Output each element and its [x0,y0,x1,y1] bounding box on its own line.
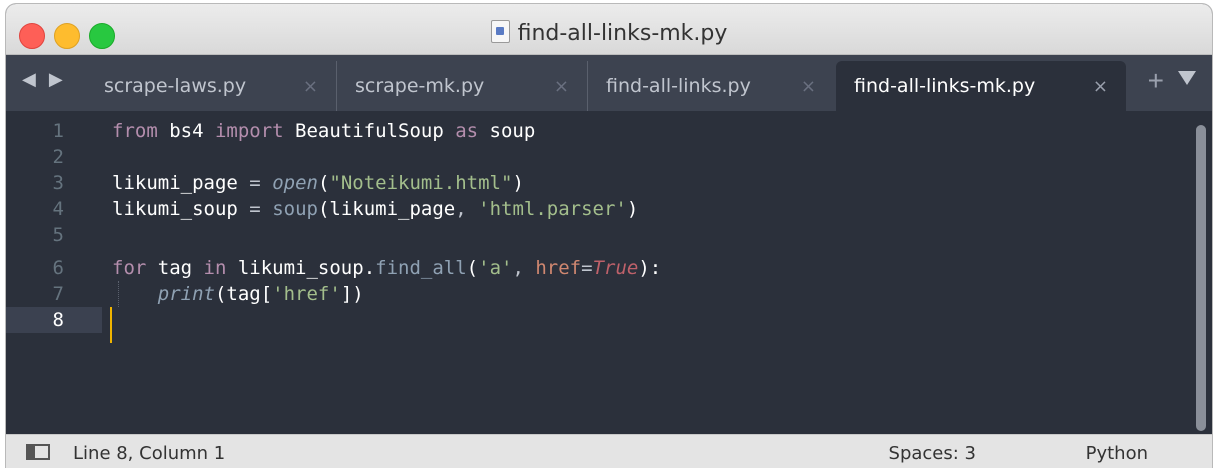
editor-window: find-all-links-mk.py ◀ ▶ scrape-laws.py … [6,4,1212,468]
code-token: ( [317,172,330,194]
code-token: in [203,257,227,279]
tab-scrape-mk[interactable]: scrape-mk.py × [337,61,588,111]
tab-scrape-laws[interactable]: scrape-laws.py × [86,61,337,111]
code-token: soup [272,198,318,220]
code-editor[interactable]: 1 2 3 4 5 6 7 8 from bs4 import Beautifu… [6,111,1212,434]
code-token: True [592,257,639,279]
code-token: = [581,257,593,279]
line-number-current: 8 [52,309,64,331]
code-token: . [363,257,376,279]
line-number: 4 [52,198,64,220]
code-token: ( [466,257,479,279]
code-token: = [249,172,261,194]
window-title: find-all-links-mk.py [6,20,1212,46]
code-line-6: for tag in likumi_soup.find_all('a', hre… [112,255,661,281]
code-token: ): [638,257,662,279]
text-cursor [110,307,112,343]
code-token: print [157,283,215,305]
code-token: , [455,198,467,220]
code-token: likumi_soup [112,198,250,220]
code-token: 'href' [272,283,341,305]
code-token: tag [146,257,204,279]
new-tab-plus-icon[interactable]: + [1148,65,1164,97]
panel-toggle-icon[interactable] [26,444,50,460]
tab-find-all-links-mk[interactable]: find-all-links-mk.py × [836,61,1126,111]
code-token: , [512,257,524,279]
tab-find-all-links[interactable]: find-all-links.py × [588,61,834,111]
indentation-status[interactable]: Spaces: 3 [889,443,976,464]
code-token: ]) [340,283,364,305]
code-token: ) [512,172,524,194]
code-token: (tag[ [214,283,273,305]
code-token: import [214,120,284,142]
python-file-icon [490,20,510,43]
close-tab-icon[interactable]: × [1093,76,1108,97]
close-tab-icon[interactable]: × [303,76,318,97]
code-token: likumi_soup [226,257,364,279]
code-token: likumi_page [112,172,250,194]
tab-label: scrape-mk.py [355,75,485,97]
code-line-4: likumi_soup = soup(likumi_page, 'html.pa… [112,196,638,222]
code-token: 'a' [478,257,513,279]
code-token: bs4 [157,120,215,142]
line-number: 3 [52,172,64,194]
code-line-1: from bs4 import BeautifulSoup as soup [112,118,535,144]
code-token: 'html.parser' [478,198,627,220]
line-number: 5 [52,224,64,246]
close-tab-icon[interactable]: × [801,76,816,97]
code-token: href [535,257,582,279]
close-tab-icon[interactable]: × [554,76,569,97]
status-bar: Line 8, Column 1 Spaces: 3 Python [6,434,1212,468]
code-token: = [249,198,261,220]
vertical-scrollbar[interactable] [1196,125,1206,431]
line-number-gutter: 1 2 3 4 5 6 7 8 [6,111,106,434]
tab-label: scrape-laws.py [104,75,247,97]
code-line-7: print(tag['href']) [112,281,364,307]
line-number: 6 [52,257,64,279]
syntax-status[interactable]: Python [1086,443,1148,464]
code-token: BeautifulSoup [283,120,456,142]
line-number: 7 [52,283,64,305]
title-bar[interactable]: find-all-links-mk.py [6,4,1212,55]
code-token: find_all [375,257,467,279]
code-token: "Noteikumi.html" [329,172,513,194]
code-token: as [455,120,479,142]
code-token: for [112,257,147,279]
line-number: 1 [52,120,64,142]
tab-label: find-all-links-mk.py [854,75,1036,97]
code-token: ) [626,198,639,220]
tab-nav-arrows-icon[interactable]: ◀ ▶ [22,69,67,90]
tab-bar: ◀ ▶ scrape-laws.py × scrape-mk.py × find… [6,55,1212,111]
window-title-text: find-all-links-mk.py [517,21,728,46]
tab-list-dropdown-icon[interactable] [1178,71,1196,85]
code-token: soup [478,120,536,142]
code-token: from [112,120,158,142]
cursor-position-status[interactable]: Line 8, Column 1 [73,443,225,464]
code-line-3: likumi_page = open("Noteikumi.html") [112,170,524,196]
code-token: (likumi_page [317,198,456,220]
tab-label: find-all-links.py [606,75,751,97]
code-token: open [272,172,318,194]
line-number: 2 [52,146,64,168]
